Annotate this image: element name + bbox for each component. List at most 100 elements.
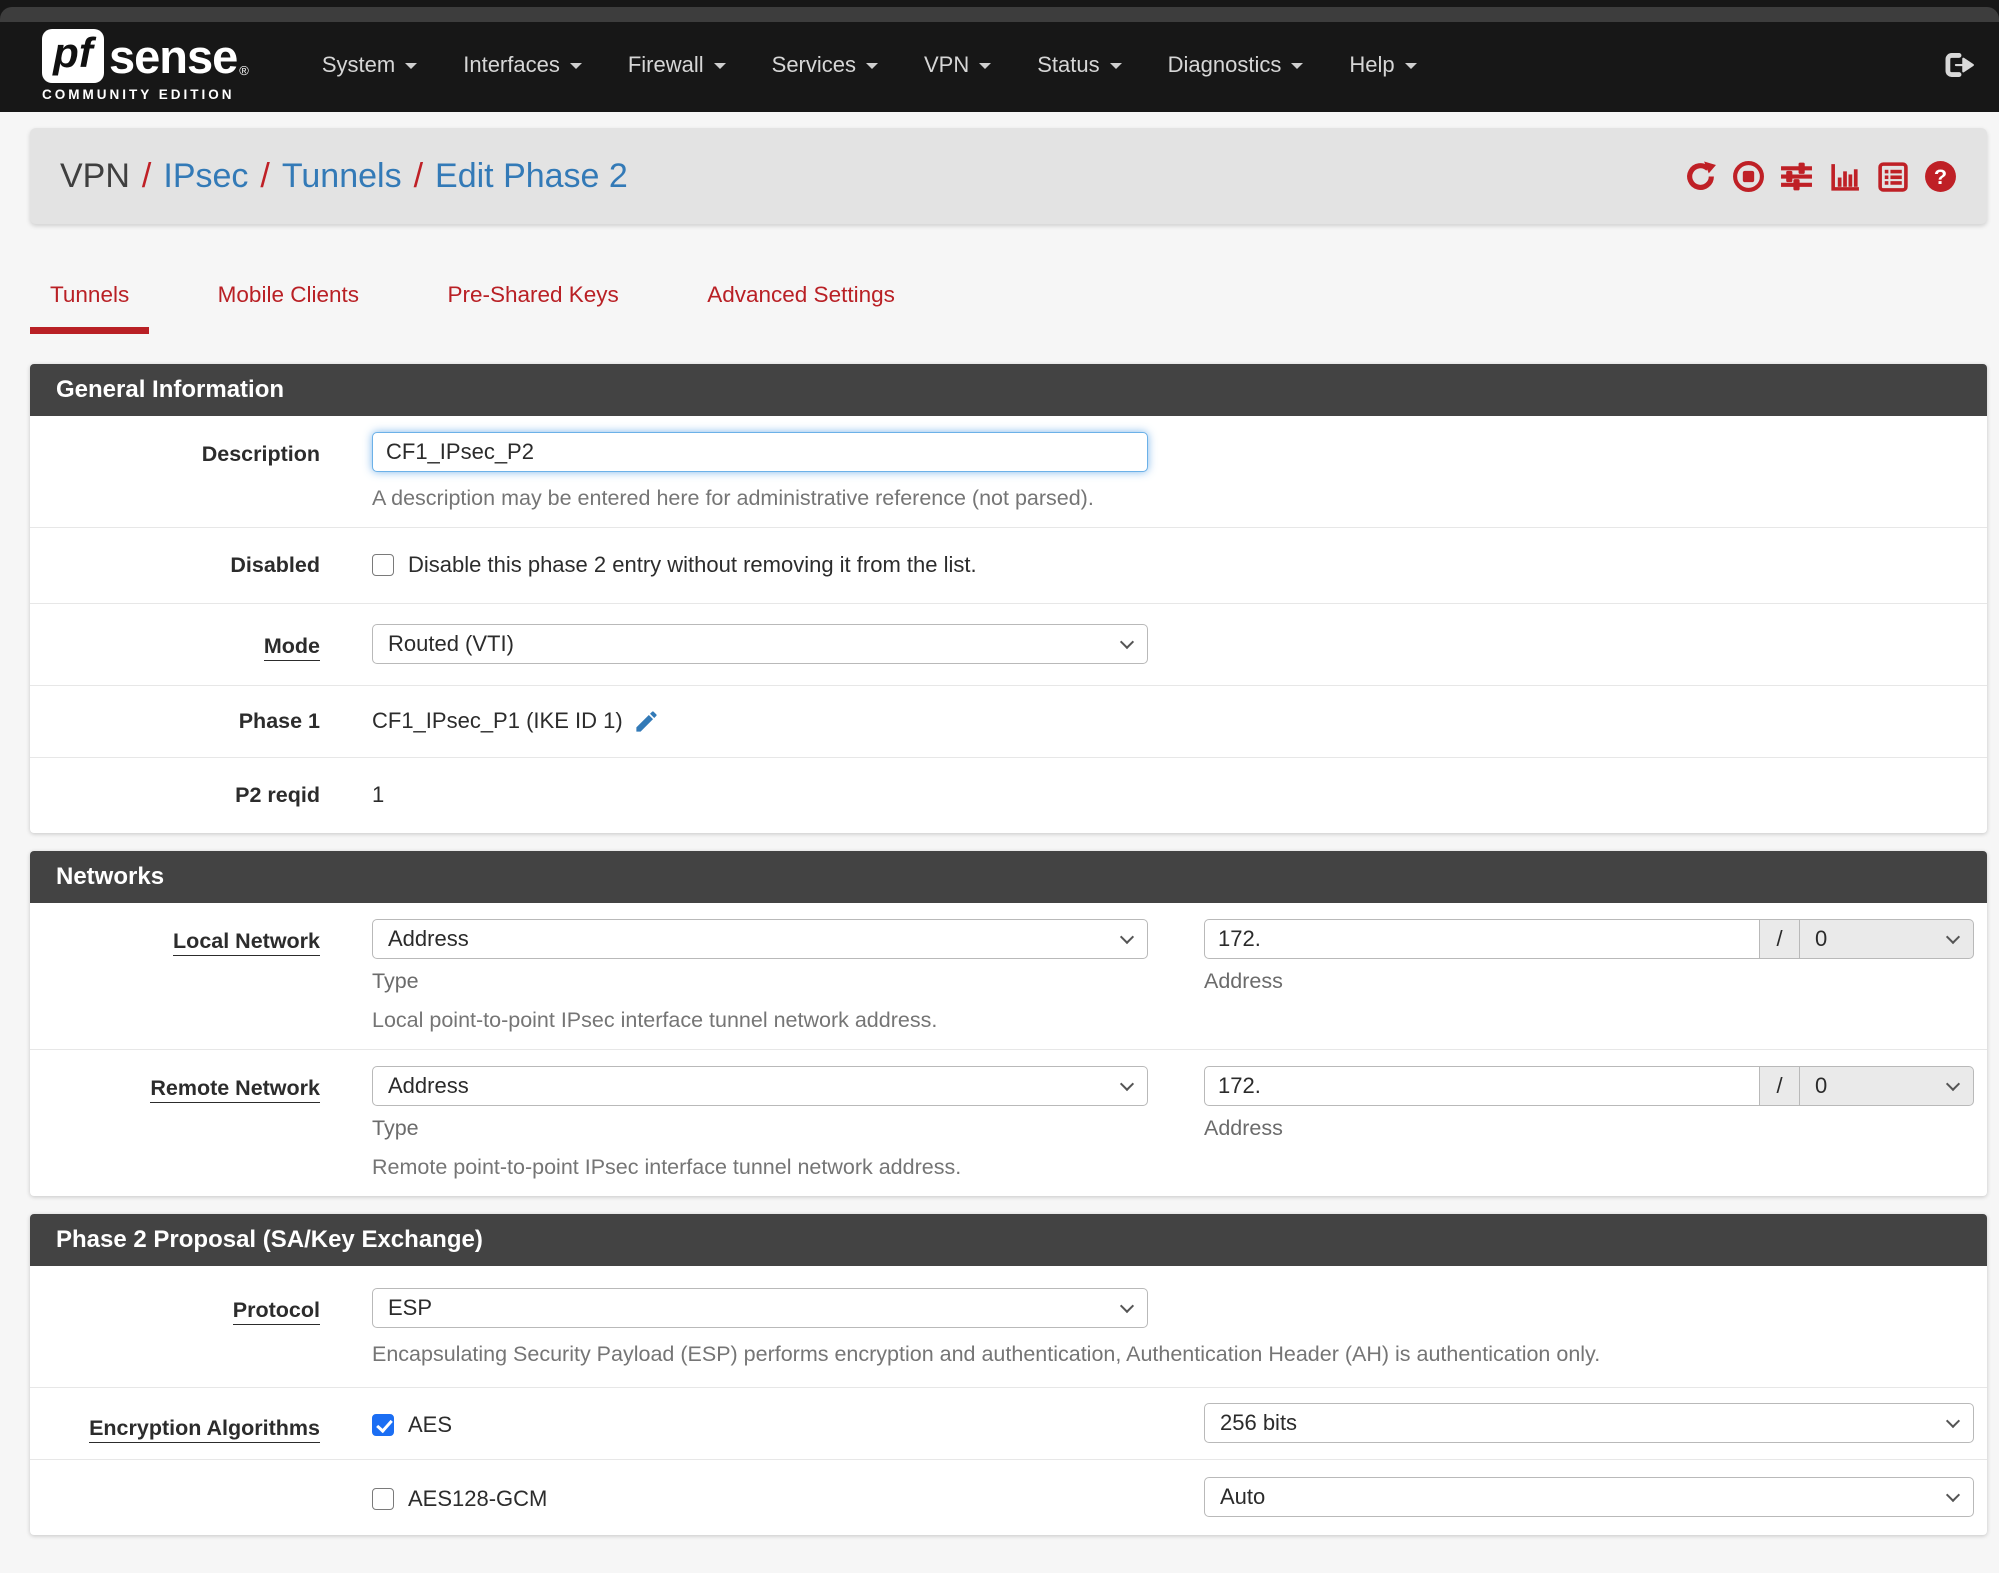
breadcrumb-separator: / <box>141 156 152 195</box>
menu-help[interactable]: Help <box>1326 42 1439 88</box>
chevron-down-icon <box>1404 63 1417 70</box>
mode-label: Mode <box>30 624 320 664</box>
local-network-type-select[interactable]: Address <box>372 918 1148 959</box>
disabled-row: Disabled Disable this phase 2 entry with… <box>30 528 1987 604</box>
remote-address-group: / 0 <box>1204 1065 1974 1106</box>
stop-icon[interactable] <box>1732 160 1765 193</box>
mode-select[interactable]: Routed (VTI) <box>372 623 1148 664</box>
encryption-aes-row: Encryption Algorithms AES 256 bits <box>30 1388 1987 1460</box>
breadcrumb-vpn: VPN <box>60 156 130 195</box>
breadcrumb-separator: / <box>413 156 424 195</box>
chevron-down-icon <box>405 63 418 70</box>
pf-logo-badge: pf <box>42 29 104 83</box>
aes128gcm-keylen-select[interactable]: Auto <box>1204 1476 1974 1517</box>
phase2-proposal-panel: Phase 2 Proposal (SA/Key Exchange) Proto… <box>30 1213 1987 1535</box>
breadcrumb-ipsec-link[interactable]: IPsec <box>163 157 248 196</box>
log-list-icon[interactable] <box>1876 160 1909 193</box>
protocol-row: Protocol ESP Encapsulating Security Payl… <box>30 1266 1987 1388</box>
disabled-checkbox[interactable] <box>372 554 394 577</box>
chevron-down-icon <box>1945 1076 1961 1091</box>
menu-status[interactable]: Status <box>1014 42 1144 88</box>
slash-addon: / <box>1760 918 1800 959</box>
bar-chart-icon[interactable] <box>1828 160 1861 193</box>
tab-mobile-clients[interactable]: Mobile Clients <box>198 282 379 334</box>
phase1-value: CF1_IPsec_P1 (IKE ID 1) <box>372 708 623 734</box>
section-title: Networks <box>30 850 1987 903</box>
logo-registered-mark: ® <box>239 62 249 78</box>
logo-edition-tagline: COMMUNITY EDITION <box>42 86 235 102</box>
section-title: Phase 2 Proposal (SA/Key Exchange) <box>30 1213 1987 1266</box>
breadcrumb-panel: VPN / IPsec / Tunnels / Edit Phase 2 ? <box>30 128 1987 224</box>
chevron-down-icon <box>1109 63 1122 70</box>
chevron-down-icon <box>1119 634 1135 649</box>
protocol-help: Encapsulating Security Payload (ESP) per… <box>372 1341 1601 1366</box>
svg-text:?: ? <box>1934 164 1947 189</box>
mode-row: Mode Routed (VTI) <box>30 604 1987 686</box>
tab-advanced-settings[interactable]: Advanced Settings <box>687 282 915 334</box>
chevron-down-icon <box>1945 1487 1961 1502</box>
local-network-row: Local Network Address Type Local point-t… <box>30 903 1987 1050</box>
encryption-aes128gcm-row: AES128-GCM Auto <box>30 1460 1987 1535</box>
menu-system[interactable]: System <box>299 42 440 88</box>
tab-pre-shared-keys[interactable]: Pre-Shared Keys <box>427 282 638 334</box>
remote-mask-select[interactable]: 0 <box>1800 1065 1974 1106</box>
remote-network-type-select[interactable]: Address <box>372 1065 1148 1106</box>
local-address-group: / 0 <box>1204 918 1974 959</box>
p2-reqid-label: P2 reqid <box>235 782 320 807</box>
top-navbar: pf sense ® COMMUNITY EDITION System Inte… <box>0 0 1999 112</box>
aes-label: AES <box>408 1412 453 1438</box>
sliders-icon[interactable] <box>1780 160 1813 193</box>
chevron-down-icon <box>1119 1076 1135 1091</box>
aes128gcm-label: AES128-GCM <box>408 1486 548 1512</box>
local-type-sublabel: Type <box>372 968 419 993</box>
chevron-down-icon <box>713 63 726 70</box>
disabled-label: Disabled <box>230 553 320 577</box>
breadcrumb-tunnels-link[interactable]: Tunnels <box>282 157 402 196</box>
menu-firewall[interactable]: Firewall <box>605 42 749 88</box>
remote-address-sublabel: Address <box>1204 1115 1283 1140</box>
local-mask-select[interactable]: 0 <box>1800 918 1974 959</box>
breadcrumb-edit-phase2[interactable]: Edit Phase 2 <box>435 157 628 196</box>
remote-network-label: Remote Network <box>30 1066 320 1180</box>
logout-icon[interactable] <box>1941 48 1975 82</box>
description-label: Description <box>201 442 320 466</box>
general-information-panel: General Information Description A descri… <box>30 364 1987 833</box>
aes-checkbox[interactable] <box>372 1414 394 1437</box>
protocol-select[interactable]: ESP <box>372 1287 1148 1328</box>
chevron-down-icon <box>1119 929 1135 944</box>
tab-tunnels[interactable]: Tunnels <box>30 282 150 334</box>
local-network-label: Local Network <box>30 919 320 1033</box>
refresh-icon[interactable] <box>1684 160 1717 193</box>
menu-diagnostics[interactable]: Diagnostics <box>1145 42 1327 88</box>
pfsense-logo[interactable]: pf sense ® COMMUNITY EDITION <box>42 29 249 102</box>
remote-network-help: Remote point-to-point IPsec interface tu… <box>372 1154 962 1179</box>
remote-type-sublabel: Type <box>372 1115 419 1140</box>
menu-vpn[interactable]: VPN <box>901 42 1014 88</box>
chevron-down-icon <box>1291 63 1304 70</box>
chevron-down-icon <box>569 63 582 70</box>
encryption-algorithms-label: Encryption Algorithms <box>30 1403 320 1443</box>
slash-addon: / <box>1760 1065 1800 1106</box>
chevron-down-icon <box>1119 1298 1135 1313</box>
main-menu: System Interfaces Firewall Services VPN … <box>299 42 1440 88</box>
tab-bar: Tunnels Mobile Clients Pre-Shared Keys A… <box>30 282 1987 334</box>
p2-reqid-row: P2 reqid 1 <box>30 758 1987 833</box>
description-row: Description A description may be entered… <box>30 416 1987 528</box>
menu-interfaces[interactable]: Interfaces <box>440 42 605 88</box>
menu-services[interactable]: Services <box>749 42 901 88</box>
protocol-label: Protocol <box>30 1288 320 1367</box>
description-help: A description may be entered here for ad… <box>372 486 1094 510</box>
local-address-input[interactable] <box>1204 918 1760 959</box>
help-icon[interactable]: ? <box>1924 160 1957 193</box>
description-input[interactable] <box>372 432 1148 472</box>
aes-keylen-select[interactable]: 256 bits <box>1204 1402 1974 1443</box>
aes128gcm-checkbox[interactable] <box>372 1488 394 1511</box>
breadcrumb-separator: / <box>260 156 270 195</box>
chevron-down-icon <box>979 63 992 70</box>
remote-address-input[interactable] <box>1204 1065 1760 1106</box>
phase1-label: Phase 1 <box>238 708 320 733</box>
edit-pencil-icon[interactable] <box>633 708 660 735</box>
p2-reqid-value: 1 <box>372 782 385 808</box>
chevron-down-icon <box>1945 929 1961 944</box>
logo-sense-text: sense <box>109 29 238 83</box>
